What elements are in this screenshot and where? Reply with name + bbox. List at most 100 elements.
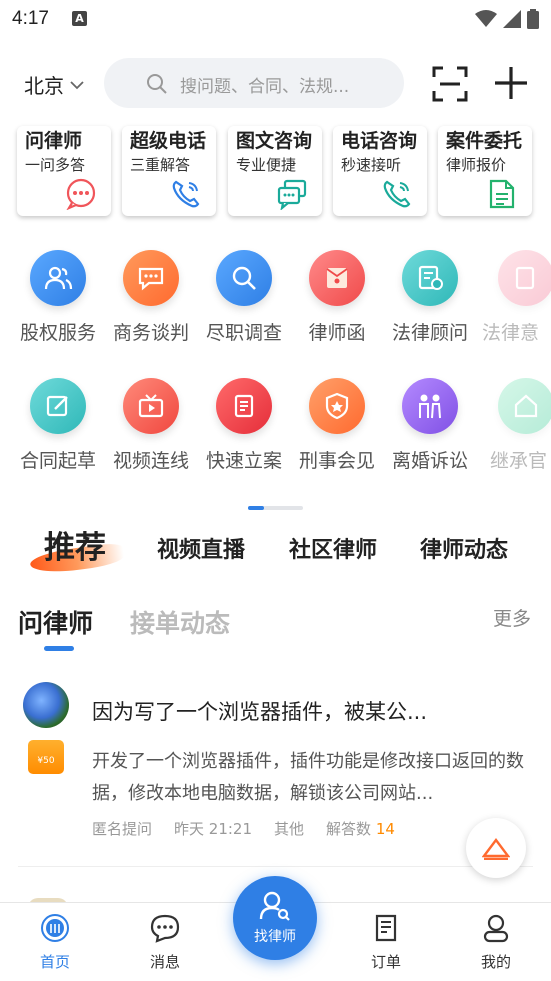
- feed-tabs: 推荐 视频直播 社区律师 律师动态: [0, 518, 551, 578]
- nav-messages[interactable]: 消息: [125, 913, 205, 972]
- search-input[interactable]: 搜问题、合同、法规...: [104, 58, 404, 108]
- messages-icon: [277, 179, 307, 210]
- card-title: 电话咨询: [341, 130, 418, 152]
- divider: [18, 866, 533, 867]
- service-label: 法律意: [482, 322, 540, 344]
- tab-lawyer-news[interactable]: 律师动态: [420, 532, 508, 564]
- service-contract-draft[interactable]: 合同起草: [11, 378, 105, 473]
- card-super-phone[interactable]: 超级电话 三重解答: [122, 126, 216, 216]
- service-label: 商务谈判: [112, 322, 189, 344]
- service-video-link[interactable]: 视频连线: [104, 378, 198, 473]
- search-icon: [147, 74, 167, 94]
- chevron-down-icon: [70, 80, 84, 89]
- service-cards: 问律师 一问多答 超级电话 三重解答 图文咨询 专业便捷 电话咨询 秒速接听 案…: [0, 126, 551, 218]
- card-ask-lawyer[interactable]: 问律师 一问多答: [17, 126, 111, 216]
- question-category: 其他: [274, 820, 305, 838]
- card-title: 超级电话: [130, 130, 207, 152]
- opinion-icon: [498, 250, 551, 306]
- answer-count-value: 14: [375, 820, 395, 838]
- status-time: 4:17: [12, 8, 49, 29]
- battery-icon: [527, 9, 539, 29]
- answer-count-label: 解答数: [326, 820, 372, 838]
- nav-orders[interactable]: 订单: [346, 913, 426, 972]
- card-case-entrust[interactable]: 案件委托 律师报价: [438, 126, 532, 216]
- tv-icon: [123, 378, 179, 434]
- arrow-up-icon: [482, 838, 510, 860]
- search-placeholder: 搜问题、合同、法规...: [180, 77, 350, 97]
- service-label: 律师函: [308, 322, 366, 344]
- phone-icon: [172, 180, 200, 208]
- service-criminal-meeting[interactable]: 刑事会见: [290, 378, 384, 473]
- subtab-underline: [44, 646, 74, 651]
- city-label: 北京: [24, 74, 64, 98]
- header: 北京 搜问题、合同、法规...: [0, 56, 551, 112]
- magnifier-icon: [216, 250, 272, 306]
- card-subtitle: 一问多答: [25, 156, 86, 174]
- user-icon: [483, 914, 509, 943]
- service-divorce[interactable]: 离婚诉讼: [383, 378, 477, 473]
- service-lawyer-letter[interactable]: 律师函: [290, 250, 384, 345]
- envelope-icon: [309, 250, 365, 306]
- reward-badge: ¥50: [28, 740, 64, 774]
- tab-recommend[interactable]: 推荐: [44, 522, 106, 567]
- question-time: 昨天 21:21: [174, 820, 253, 838]
- service-label: 继承官: [490, 450, 548, 472]
- more-link[interactable]: 更多: [493, 604, 531, 631]
- pen-icon: [30, 378, 86, 434]
- scroll-top-button[interactable]: [466, 818, 526, 878]
- card-phone-consult[interactable]: 电话咨询 秒速接听: [333, 126, 427, 216]
- add-icon[interactable]: [492, 64, 530, 102]
- question-body: 开发了一个浏览器插件，插件功能是修改接口返回的数据，修改本地电脑数据，解锁该公司…: [92, 751, 524, 804]
- subtab-ask-lawyer[interactable]: 问律师: [18, 604, 93, 640]
- service-due-diligence[interactable]: 尽职调查: [197, 250, 291, 345]
- chat-bubble-icon: [66, 178, 96, 210]
- card-text-consult[interactable]: 图文咨询 专业便捷: [228, 126, 322, 216]
- shield-star-icon: [309, 378, 365, 434]
- tab-live-video[interactable]: 视频直播: [157, 532, 245, 564]
- card-title: 图文咨询: [236, 130, 313, 152]
- find-lawyer-label: 找律师: [254, 929, 296, 945]
- scan-icon[interactable]: [432, 66, 468, 102]
- card-subtitle: 律师报价: [446, 156, 507, 174]
- home-icon: [41, 914, 69, 942]
- page-indicator-active: [248, 506, 264, 510]
- house-icon: [498, 378, 551, 434]
- signal-icon: [503, 10, 521, 28]
- advisor-icon: [402, 250, 458, 306]
- answer-count: 解答数 14: [326, 818, 395, 839]
- question-title: 因为写了一个浏览器插件，被某公...: [92, 700, 428, 724]
- notification-icon: A: [72, 11, 87, 26]
- file-icon: [216, 378, 272, 434]
- card-subtitle: 秒速接听: [341, 156, 402, 174]
- service-label: 快速立案: [205, 450, 282, 472]
- service-quick-filing[interactable]: 快速立案: [197, 378, 291, 473]
- nav-label: 我的: [480, 953, 511, 971]
- service-legal-advisor[interactable]: 法律顾问: [383, 250, 477, 345]
- city-selector[interactable]: 北京: [24, 70, 84, 99]
- service-label: 离婚诉讼: [391, 450, 468, 472]
- service-legal-opinion[interactable]: 法律意: [476, 250, 551, 345]
- phone-call-icon: [383, 180, 411, 208]
- service-equity[interactable]: 股权服务: [11, 250, 105, 345]
- service-label: 合同起草: [19, 450, 96, 472]
- asker-label: 匿名提问: [92, 820, 153, 838]
- nav-home[interactable]: 首页: [15, 913, 95, 972]
- service-label: 法律顾问: [391, 322, 468, 344]
- service-label: 刑事会见: [298, 450, 375, 472]
- nav-label: 首页: [39, 953, 70, 971]
- order-icon: [375, 914, 397, 942]
- chat-icon: [123, 250, 179, 306]
- subtab-order-updates[interactable]: 接单动态: [130, 604, 230, 640]
- tab-community-lawyer[interactable]: 社区律师: [289, 532, 377, 564]
- system-icons: [475, 9, 539, 29]
- message-icon: [150, 914, 180, 943]
- find-lawyer-button[interactable]: 找律师: [233, 876, 317, 960]
- service-label: 视频连线: [112, 450, 189, 472]
- service-inheritance[interactable]: 继承官: [476, 378, 551, 473]
- service-negotiation[interactable]: 商务谈判: [104, 250, 198, 345]
- reward-amount: ¥50: [37, 756, 55, 766]
- service-label: 尽职调查: [205, 322, 282, 344]
- nav-mine[interactable]: 我的: [456, 913, 536, 972]
- couple-icon: [402, 378, 458, 434]
- wifi-icon: [475, 10, 497, 27]
